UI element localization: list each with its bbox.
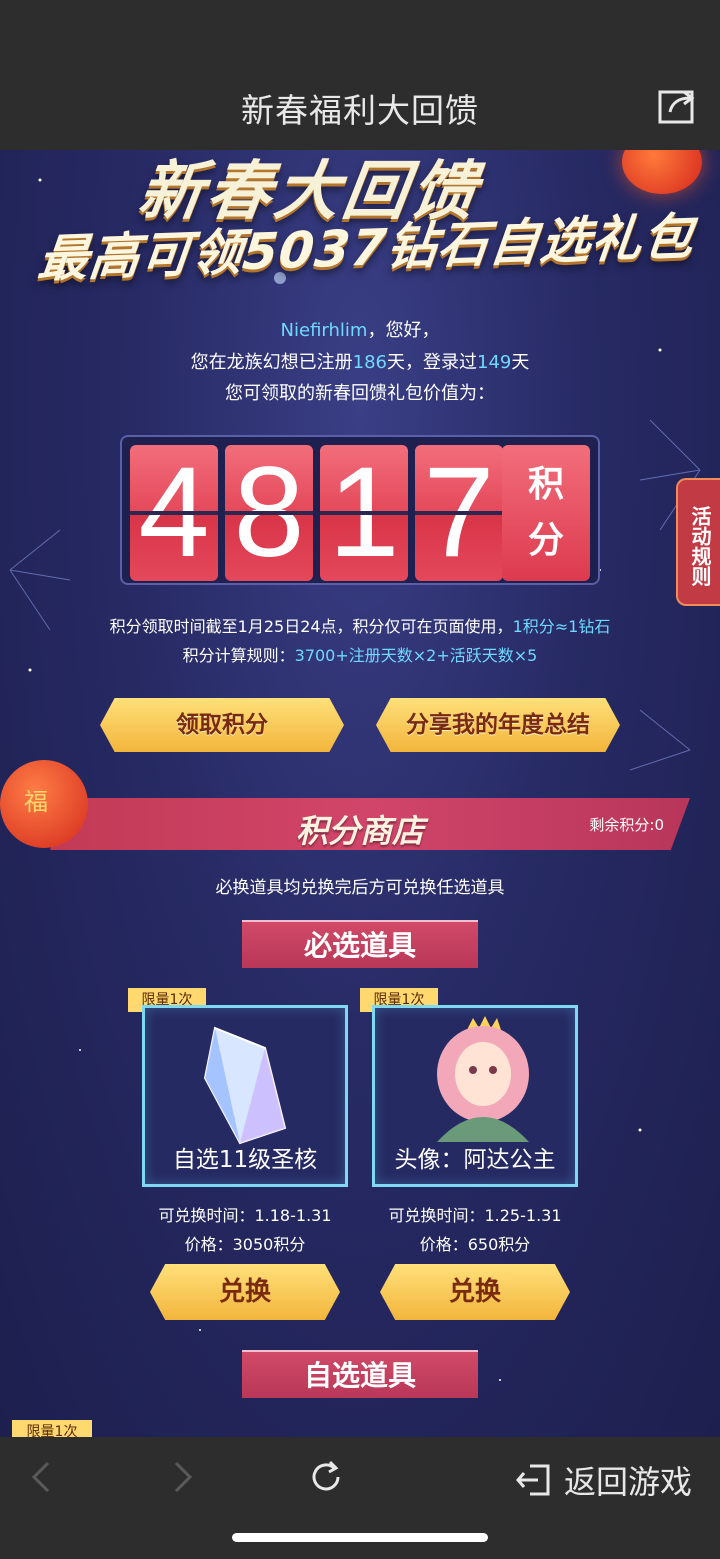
item-price: 价格：650积分 (419, 1235, 531, 1254)
remaining-points: 剩余积分:0 (589, 816, 664, 834)
login-days: 149 (477, 352, 512, 373)
points-ratio: 1积分≈1钻石 (512, 617, 611, 636)
points-digit: 1 (320, 445, 408, 581)
required-items-label: 必选道具 (242, 920, 478, 968)
points-counter: 4 8 1 7 积分 (120, 435, 600, 585)
shop-item-card[interactable]: 头像：阿达公主 (372, 1005, 578, 1187)
optional-items-label: 自选道具 (242, 1350, 478, 1398)
points-deadline-note: 积分领取时间截至1月25日24点，积分仅可在页面使用，1积分≈1钻石 (109, 617, 611, 636)
item-price: 价格：3050积分 (184, 1235, 306, 1254)
activity-page: 新春大回馈 最高可领5037钻石自选礼包 Niefirhlim，您好， 您在龙族… (0, 150, 720, 1437)
item-exchange-time: 可兑换时间：1.25-1.31 (388, 1206, 562, 1225)
page-title: 新春福利大回馈 (241, 91, 479, 130)
exit-icon (516, 1464, 550, 1496)
shop-notice: 必换道具均兑换完后方可兑换任选道具 (215, 878, 505, 898)
share-icon[interactable] (656, 84, 700, 128)
shop-item-card[interactable]: 自选11级圣核 (142, 1005, 348, 1187)
points-digit: 7 (415, 445, 503, 581)
points-unit: 积分 (502, 445, 590, 581)
item-exchange-time: 可兑换时间：1.18-1.31 (158, 1206, 332, 1225)
exchange-button[interactable]: 兑换 (380, 1264, 570, 1320)
crystal-icon (203, 1026, 287, 1145)
item-name: 头像：阿达公主 (394, 1147, 556, 1173)
return-to-game-button[interactable]: 返回游戏 (514, 1457, 692, 1503)
username: Niefirhlim (280, 320, 368, 341)
refresh-icon[interactable] (306, 1457, 346, 1497)
home-indicator (232, 1533, 488, 1542)
points-formula-note: 积分计算规则：3700+注册天数×2+活跃天数×5 (182, 646, 538, 665)
points-digit: 8 (225, 445, 313, 581)
starfield-background (9, 178, 701, 1381)
greeting-line-2: 您在龙族幻想已注册186天，登录过149天 (190, 352, 530, 373)
points-digit: 4 (130, 445, 218, 581)
greeting-line-3: 您可领取的新春回馈礼包价值为： (225, 383, 495, 404)
princess-avatar-icon (437, 1016, 529, 1142)
back-arrow-icon[interactable] (22, 1457, 62, 1497)
register-days: 186 (352, 352, 387, 373)
limit-badge: 限量1次 (12, 1420, 92, 1437)
claim-points-button[interactable]: 领取积分 (100, 698, 344, 752)
exchange-button[interactable]: 兑换 (150, 1264, 340, 1320)
return-to-game-label: 返回游戏 (563, 1463, 692, 1501)
share-summary-button[interactable]: 分享我的年度总结 (376, 698, 620, 752)
activity-rules-tab[interactable]: 活动规则 (676, 478, 720, 606)
webview-header: 新春福利大回馈 (0, 0, 720, 150)
points-formula: 3700+注册天数×2+活跃天数×5 (294, 646, 538, 665)
webview-bottom-bar: 返回游戏 (0, 1437, 720, 1559)
forward-arrow-icon[interactable] (162, 1457, 202, 1497)
item-name: 自选11级圣核 (172, 1147, 318, 1173)
greeting-line-1: Niefirhlim，您好， (280, 320, 440, 341)
